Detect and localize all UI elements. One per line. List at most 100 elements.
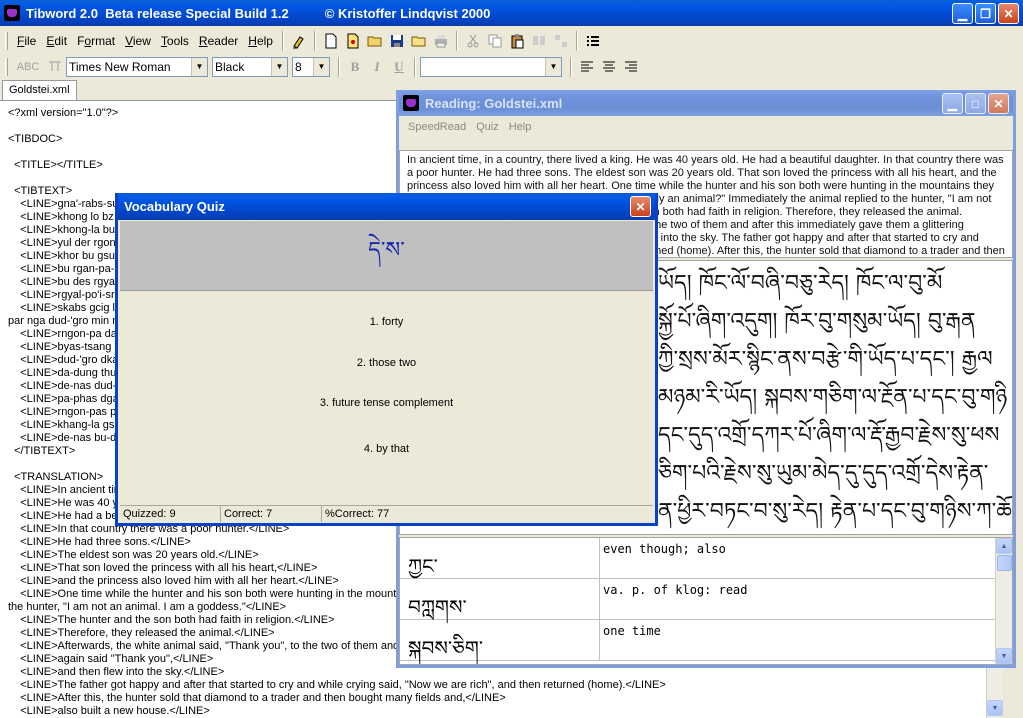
size-select[interactable]: 8 ▼ — [292, 56, 330, 77]
menu-edit[interactable]: Edit — [41, 32, 72, 50]
style-select[interactable]: ▼ — [420, 56, 562, 77]
app-copyright: © Kristoffer Lindqvist 2000 — [324, 5, 491, 21]
underline-button[interactable]: U — [388, 56, 410, 78]
save-disk-icon — [390, 34, 403, 47]
reading-minimize-button[interactable]: ▁ — [942, 93, 963, 114]
menu-reader[interactable]: Reader — [194, 32, 243, 50]
paste-button[interactable] — [506, 30, 528, 52]
reading-menu: SpeedRead Quiz Help — [399, 116, 1013, 138]
find-button[interactable] — [528, 30, 550, 52]
restore-button[interactable]: ❐ — [975, 3, 996, 24]
new-document-icon — [325, 33, 337, 48]
minimize-icon: ▁ — [947, 96, 958, 111]
open-folder-button[interactable] — [408, 30, 430, 52]
close-icon: ✕ — [635, 199, 646, 214]
vocabulary-list[interactable]: ཀྱང་ even though; also བཀླགས་ va. p. of … — [399, 537, 1013, 665]
vocab-row[interactable]: ཀྱང་ even though; also — [400, 538, 1012, 579]
quiz-answer-1[interactable]: 1. forty — [120, 316, 653, 328]
vocab-row[interactable]: སྐབས་ཅིག་ one time — [400, 620, 1012, 661]
menu-format[interactable]: Format — [72, 32, 120, 50]
scroll-down-icon[interactable]: ▼ — [987, 700, 1003, 716]
quiz-close-button[interactable]: ✕ — [630, 196, 651, 217]
quiz-status-bar: Quizzed: 9 Correct: 7 %Correct: 77 — [120, 505, 653, 522]
vocab-tibetan: ཀྱང་ — [400, 538, 600, 578]
vocab-scrollbar[interactable]: ▲ ▼ — [995, 538, 1012, 664]
close-icon: ✕ — [1003, 6, 1014, 21]
replace-icon — [554, 34, 567, 47]
align-center-icon — [603, 61, 615, 71]
font-select[interactable]: Times New Roman ▼ — [66, 56, 208, 77]
editor-line[interactable]: <LINE>The father got happy and after tha… — [0, 679, 1003, 692]
tab-goldstei[interactable]: Goldstei.xml — [2, 80, 77, 100]
align-right-button[interactable] — [620, 56, 642, 78]
close-button[interactable]: ✕ — [998, 3, 1019, 24]
quiz-answer-2[interactable]: 2. those two — [120, 357, 653, 369]
save-button[interactable] — [386, 30, 408, 52]
vocab-tibetan: བཀླགས་ — [400, 579, 600, 619]
reading-close-button[interactable]: ✕ — [988, 93, 1009, 114]
quiz-answer-3[interactable]: 3. future tense complement — [120, 397, 653, 409]
highlighter-icon — [292, 35, 304, 49]
restore-icon: ❐ — [980, 6, 991, 21]
app-icon[interactable] — [4, 5, 20, 21]
align-left-button[interactable] — [576, 56, 598, 78]
menu-view[interactable]: View — [120, 32, 156, 50]
tibetan-document-icon — [347, 33, 359, 48]
scroll-up-icon[interactable]: ▲ — [996, 538, 1012, 554]
new-document-button[interactable] — [320, 30, 342, 52]
open-folder-icon — [367, 36, 382, 46]
scroll-down-icon[interactable]: ▼ — [996, 648, 1012, 664]
align-left-icon — [581, 61, 593, 71]
italic-button[interactable]: I — [366, 56, 388, 78]
menu-tools[interactable]: Tools — [156, 32, 194, 50]
align-center-button[interactable] — [598, 56, 620, 78]
abc-button[interactable]: ABC — [12, 56, 44, 78]
menu-speedread[interactable]: SpeedRead — [403, 121, 471, 133]
vocab-definition: one time — [603, 624, 661, 638]
quiz-title-bar[interactable]: Vocabulary Quiz ✕ — [118, 193, 655, 220]
list-button[interactable] — [582, 30, 604, 52]
reading-title-bar[interactable]: Reading: Goldstei.xml ▁ □ ✕ — [399, 90, 1013, 116]
new-tibetan-button[interactable] — [342, 30, 364, 52]
app-title-bar[interactable]: Tibword 2.0 Beta release Special Build 1… — [0, 0, 1023, 26]
minimize-button[interactable]: ▁ — [952, 3, 973, 24]
cut-button[interactable] — [462, 30, 484, 52]
toolbar-grip[interactable] — [5, 31, 8, 50]
bulleted-list-icon — [586, 35, 599, 46]
vocab-row[interactable]: བཀླགས་ va. p. of klog: read — [400, 579, 1012, 620]
quiz-answer-4[interactable]: 4. by that — [120, 443, 653, 455]
vocabulary-quiz-dialog[interactable]: Vocabulary Quiz ✕ དེ་ས་ 1. forty 2. thos… — [115, 193, 658, 526]
correct-count: Correct: 7 — [221, 506, 322, 522]
menu-file[interactable]: File — [12, 32, 41, 50]
app-icon[interactable] — [403, 95, 419, 111]
tibetan-mark-icon — [49, 61, 61, 71]
chevron-down-icon[interactable]: ▼ — [191, 57, 207, 76]
maximize-icon: □ — [971, 96, 980, 111]
editor-line[interactable]: <LINE>After this, the hunter sold that d… — [0, 692, 1003, 705]
chevron-down-icon[interactable]: ▼ — [545, 57, 561, 76]
bold-button[interactable]: B — [344, 56, 366, 78]
open-button[interactable] — [364, 30, 386, 52]
chevron-down-icon[interactable]: ▼ — [271, 57, 287, 76]
menu-reading-help[interactable]: Help — [504, 121, 537, 133]
quiz-word: དེ་ས་ — [120, 221, 653, 291]
highlighter-button[interactable] — [288, 30, 310, 52]
print-button[interactable] — [430, 30, 452, 52]
menu-toolbar: File Edit Format View Tools Reader Help — [0, 28, 1023, 53]
reading-maximize-button[interactable]: □ — [965, 93, 986, 114]
printer-icon — [434, 34, 447, 47]
menu-help[interactable]: Help — [243, 32, 278, 50]
tibetan-mark-button[interactable] — [44, 56, 66, 78]
percent-correct: %Correct: 77 — [325, 508, 390, 520]
replace-button[interactable] — [550, 30, 572, 52]
menu-quiz[interactable]: Quiz — [471, 121, 504, 133]
scroll-thumb[interactable] — [997, 555, 1012, 571]
format-toolbar: ABC Times New Roman ▼ Black ▼ 8 ▼ B I U ▼ — [0, 54, 1023, 79]
editor-line[interactable]: <LINE>also built a new house.</LINE> — [0, 705, 1003, 718]
close-icon: ✕ — [993, 96, 1004, 111]
chevron-down-icon[interactable]: ▼ — [313, 57, 329, 76]
color-select[interactable]: Black ▼ — [212, 56, 288, 77]
copy-button[interactable] — [484, 30, 506, 52]
folder-icon — [411, 36, 426, 46]
toolbar-separator — [281, 30, 284, 51]
